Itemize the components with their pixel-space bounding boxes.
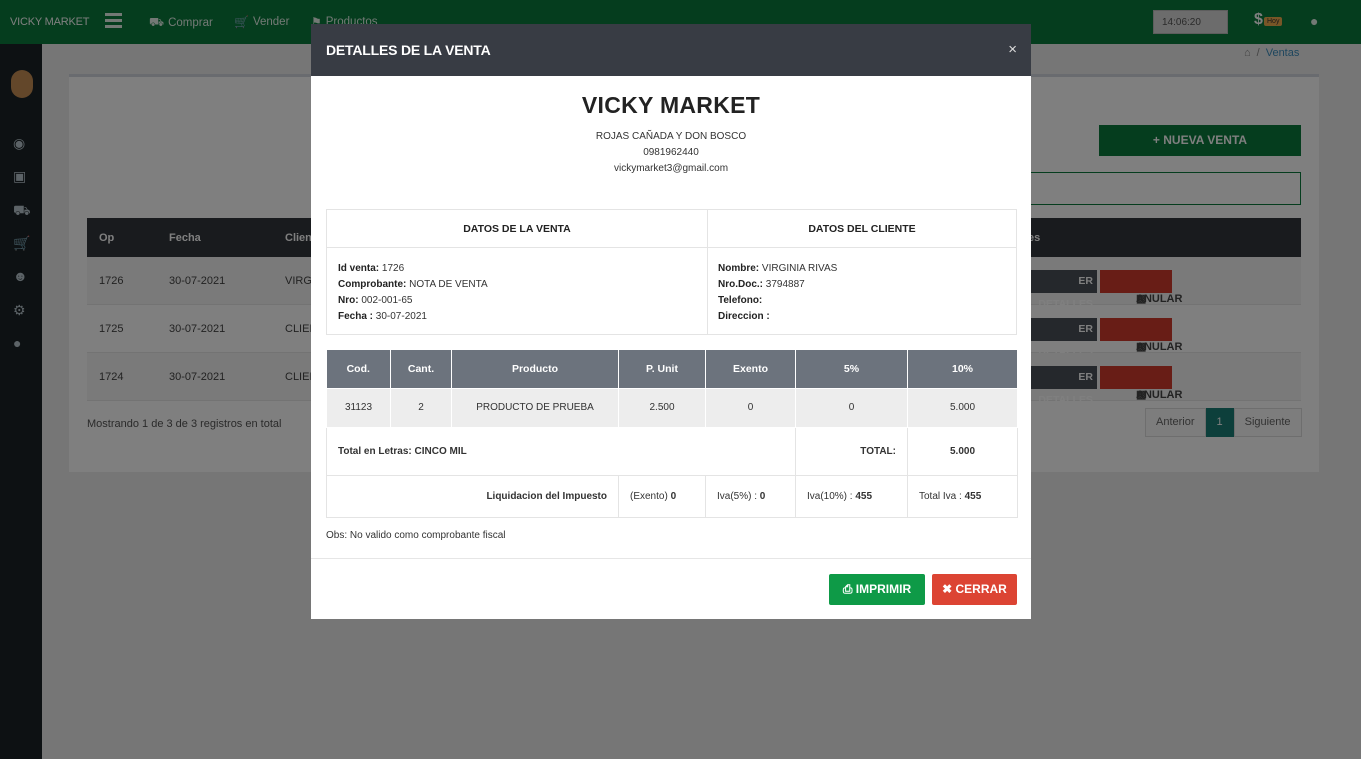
print-button[interactable]: ⎙ IMPRIMIR bbox=[829, 574, 925, 605]
printer-icon: ⎙ bbox=[842, 582, 856, 596]
total-label: TOTAL: bbox=[795, 426, 908, 476]
cell-5: 0 bbox=[795, 387, 908, 428]
tax-iva5: Iva(5%) : 0 bbox=[705, 474, 796, 518]
table-row: 31123 2 PRODUCTO DE PRUEBA 2.500 0 0 5.0… bbox=[326, 387, 1018, 428]
cell-cant: 2 bbox=[390, 387, 452, 428]
print-label: IMPRIMIR bbox=[855, 582, 912, 596]
col-cod: Cod. bbox=[326, 350, 391, 388]
close-icon[interactable]: × bbox=[1008, 41, 1017, 58]
col-exento: Exento bbox=[705, 350, 796, 388]
close-label: CERRAR bbox=[955, 582, 1007, 596]
col-10: 10% bbox=[907, 350, 1018, 388]
items-header-row: Cod. Cant. Producto P. Unit Exento 5% 10… bbox=[326, 350, 1018, 388]
sale-id: Id venta: 1726 bbox=[338, 263, 405, 274]
cell-punit: 2.500 bbox=[618, 387, 706, 428]
client-telefono: Telefono: bbox=[718, 295, 763, 306]
store-name: VICKY MARKET bbox=[581, 92, 761, 118]
store-email: vickymarket3@gmail.com bbox=[613, 163, 729, 174]
client-data-heading: DATOS DEL CLIENTE bbox=[708, 210, 1016, 248]
col-cant: Cant. bbox=[390, 350, 452, 388]
modal-header: DETALLES DE LA VENTA × bbox=[311, 24, 1031, 76]
modal-footer: ⎙ IMPRIMIR ✖ CERRAR bbox=[311, 558, 1031, 619]
cell-10: 5.000 bbox=[907, 387, 1018, 428]
tax-iva10: Iva(10%) : 455 bbox=[795, 474, 908, 518]
tax-label: Liquidacion del Impuesto bbox=[326, 474, 619, 518]
client-doc: Nro.Doc.: 3794887 bbox=[718, 279, 805, 290]
cell-exento: 0 bbox=[705, 387, 796, 428]
info-divider bbox=[707, 210, 708, 334]
observation-note: Obs: No valido como comprobante fiscal bbox=[326, 530, 506, 541]
total-letras: Total en Letras: CINCO MIL bbox=[326, 426, 796, 476]
store-phone: 0981962440 bbox=[643, 147, 699, 158]
client-nombre: Nombre: VIRGINIA RIVAS bbox=[718, 263, 838, 274]
cell-producto: PRODUCTO DE PRUEBA bbox=[451, 387, 619, 428]
sale-details-modal: DETALLES DE LA VENTA × VICKY MARKET ROJA… bbox=[311, 24, 1031, 619]
cell-cod: 31123 bbox=[326, 387, 391, 428]
close-button[interactable]: ✖ CERRAR bbox=[932, 574, 1017, 605]
col-punit: P. Unit bbox=[618, 350, 706, 388]
total-value: 5.000 bbox=[907, 426, 1018, 476]
sale-client-info: DATOS DE LA VENTA DATOS DEL CLIENTE Id v… bbox=[326, 209, 1017, 335]
sale-comprobante: Comprobante: NOTA DE VENTA bbox=[338, 279, 488, 290]
x-icon: ✖ bbox=[942, 582, 956, 596]
sale-fecha: Fecha : 30-07-2021 bbox=[338, 311, 427, 322]
sale-nro: Nro: 002-001-65 bbox=[338, 295, 413, 306]
sale-data-heading: DATOS DE LA VENTA bbox=[327, 210, 707, 248]
col-5: 5% bbox=[795, 350, 908, 388]
tax-exento: (Exento) 0 bbox=[618, 474, 706, 518]
col-producto: Producto bbox=[451, 350, 619, 388]
total-row: Total en Letras: CINCO MIL TOTAL: 5.000 bbox=[326, 426, 1018, 476]
items-table: Cod. Cant. Producto P. Unit Exento 5% 10… bbox=[326, 350, 1018, 518]
modal-title: DETALLES DE LA VENTA bbox=[326, 42, 491, 58]
store-address: ROJAS CAÑADA Y DON BOSCO bbox=[595, 131, 747, 142]
client-direccion: Direccion : bbox=[718, 311, 770, 322]
tax-total: Total Iva : 455 bbox=[907, 474, 1018, 518]
tax-row: Liquidacion del Impuesto (Exento) 0 Iva(… bbox=[326, 474, 1018, 518]
